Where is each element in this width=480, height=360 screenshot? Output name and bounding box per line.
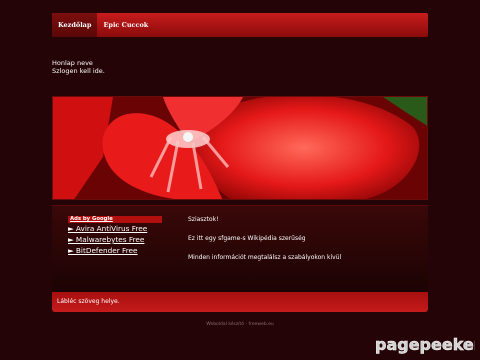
watermark-text: pagepeeker <box>375 335 475 354</box>
info-text: Minden információt megtalálsz a szabályo… <box>188 254 342 261</box>
intro-text: Ez itt egy sfgame-s Wikipédia szerűség <box>188 235 306 242</box>
content-area: Ads by Google ► Avira AntiVirus Free ► M… <box>52 205 428 292</box>
site-header: Honlap neve Szlogen kell ide. <box>52 59 105 75</box>
nav-item-home[interactable]: Kezdőlap <box>52 13 98 37</box>
greeting-text: Sziasztok! <box>188 216 219 223</box>
top-navigation: Kezdőlap Epic Cuccok <box>52 13 428 37</box>
footer: Lábléc szöveg helye. <box>52 292 428 312</box>
flower-illustration <box>53 97 427 199</box>
nav-item-epic-cuccok[interactable]: Epic Cuccok <box>97 13 154 37</box>
main-text: Sziasztok! Ez itt egy sfgame-s Wikipédia… <box>188 216 416 273</box>
ad-link-malwarebytes[interactable]: ► Malwarebytes Free <box>68 234 162 245</box>
ads-panel: Ads by Google ► Avira AntiVirus Free ► M… <box>68 216 162 256</box>
site-slogan: Szlogen kell ide. <box>52 67 105 75</box>
ad-link-bitdefender[interactable]: ► BitDefender Free <box>68 245 162 256</box>
credit-text[interactable]: Weboldal készítő - freeweb.eu <box>0 322 480 327</box>
ad-link-avira[interactable]: ► Avira AntiVirus Free <box>68 223 162 234</box>
site-name: Honlap neve <box>52 59 93 67</box>
pagepeeker-logo: pagepeeker <box>375 335 480 355</box>
ads-title[interactable]: Ads by Google <box>68 216 162 223</box>
banner-image <box>52 96 428 200</box>
